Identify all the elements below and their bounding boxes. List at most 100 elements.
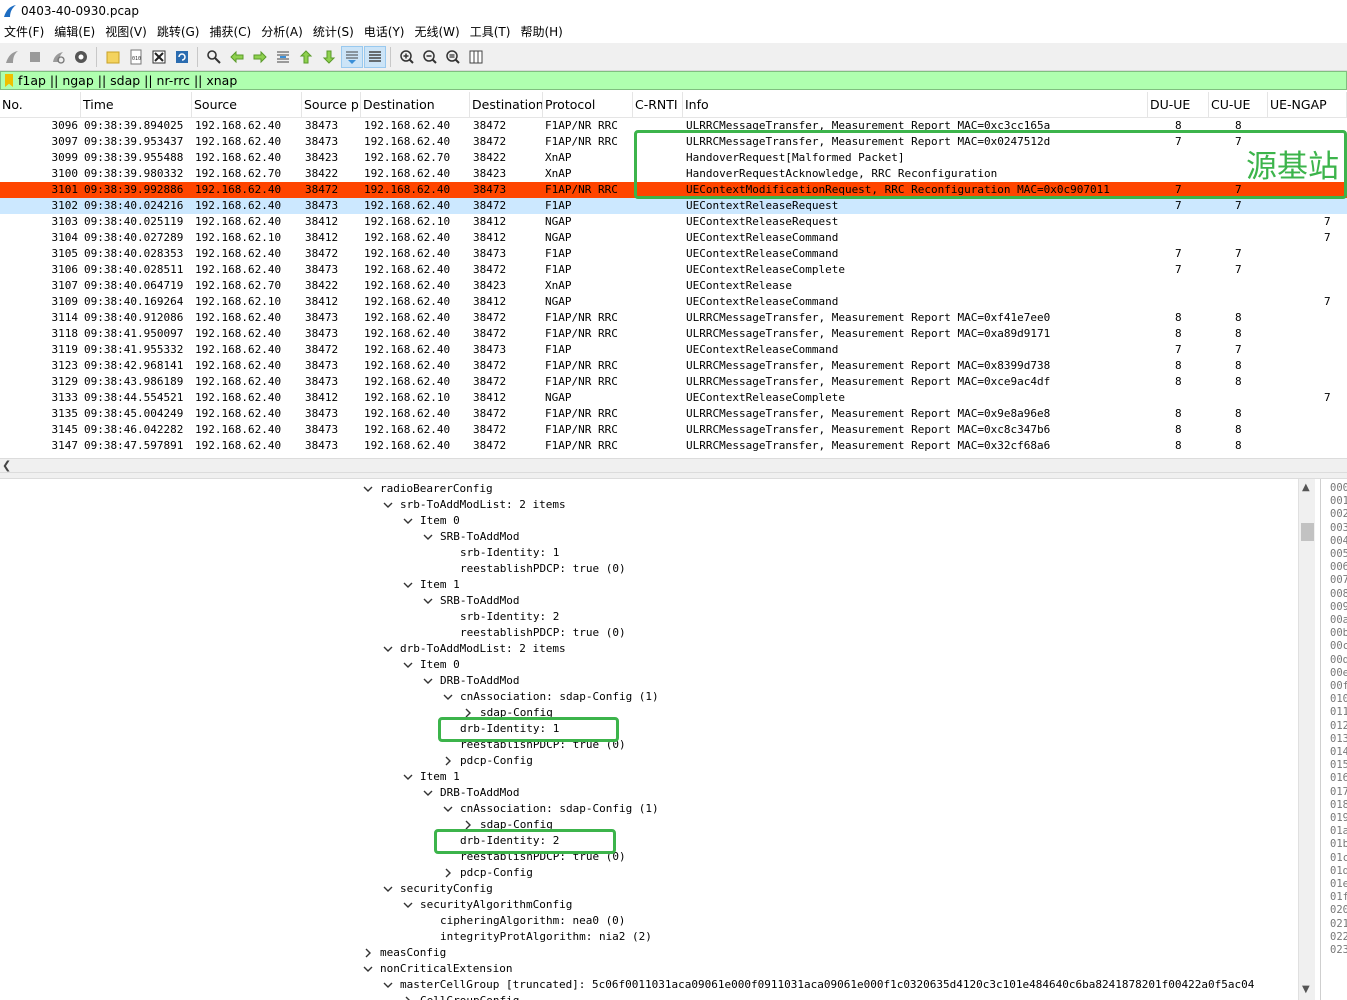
tree-node[interactable]: drb-Identity: 2 xyxy=(440,833,559,849)
find-magnifier-button[interactable] xyxy=(203,46,225,68)
menu-item-0[interactable]: 文件(F) xyxy=(0,22,50,43)
chevron-right-icon[interactable] xyxy=(440,865,456,881)
tree-node[interactable]: CellGroupConfig xyxy=(400,993,519,1000)
tree-node[interactable]: reestablishPDCP: true (0) xyxy=(440,849,626,865)
packet-row[interactable]: 3118 09:38:41.950097 192.168.62.40 38473 192… xyxy=(0,326,1347,342)
chevron-down-icon[interactable] xyxy=(400,513,416,529)
details-vertical-scrollbar[interactable]: ▲ ▼ xyxy=(1298,479,1315,1000)
column-header-5[interactable]: Destination xyxy=(470,92,543,118)
chevron-down-icon[interactable] xyxy=(440,689,456,705)
chevron-down-icon[interactable] xyxy=(360,961,376,977)
go-to-packet-button[interactable] xyxy=(272,46,294,68)
packet-row[interactable]: 3129 09:38:43.986189 192.168.62.40 38473 192… xyxy=(0,374,1347,390)
menu-item-5[interactable]: 分析(A) xyxy=(257,22,309,43)
packet-row[interactable]: 3103 09:38:40.025119 192.168.62.40 38412 192… xyxy=(0,214,1347,230)
chevron-down-icon[interactable] xyxy=(400,657,416,673)
packet-row[interactable]: 3123 09:38:42.968141 192.168.62.40 38473 192… xyxy=(0,358,1347,374)
scroll-left-icon[interactable]: ❮ xyxy=(2,459,11,472)
packet-row[interactable]: 3097 09:38:39.953437 192.168.62.40 38473 192… xyxy=(0,134,1347,150)
close-file-x-button[interactable] xyxy=(148,46,170,68)
file-binary-button[interactable]: 010 xyxy=(125,46,147,68)
tree-node[interactable]: SRB-ToAddMod xyxy=(420,529,519,545)
open-folder-button[interactable] xyxy=(102,46,124,68)
tree-node[interactable]: SRB-ToAddMod xyxy=(420,593,519,609)
column-header-4[interactable]: Destination xyxy=(361,92,470,118)
menu-item-4[interactable]: 捕获(C) xyxy=(205,22,257,43)
packet-row[interactable]: 3102 09:38:40.024216 192.168.62.40 38473 192… xyxy=(0,198,1347,214)
menu-item-9[interactable]: 工具(T) xyxy=(466,22,517,43)
column-header-2[interactable]: Source xyxy=(192,92,302,118)
chevron-down-icon[interactable] xyxy=(380,497,396,513)
packet-row[interactable]: 3109 09:38:40.169264 192.168.62.10 38412 192… xyxy=(0,294,1347,310)
chevron-right-icon[interactable] xyxy=(400,993,416,1000)
menu-item-10[interactable]: 帮助(H) xyxy=(516,22,568,43)
column-header-0[interactable]: No. xyxy=(0,92,81,118)
tree-node[interactable]: integrityProtAlgorithm: nia2 (2) xyxy=(420,929,652,945)
tree-node[interactable]: Item 1 xyxy=(400,769,460,785)
menu-item-7[interactable]: 电话(Y) xyxy=(360,22,411,43)
packet-list-horizontal-scrollbar[interactable]: ❮ xyxy=(0,458,1347,472)
tree-node[interactable]: DRB-ToAddMod xyxy=(420,785,519,801)
column-header-11[interactable]: UE-NGAP xyxy=(1268,92,1347,118)
packet-row[interactable]: 3145 09:38:46.042282 192.168.62.40 38473 192… xyxy=(0,422,1347,438)
menu-item-3[interactable]: 跳转(G) xyxy=(153,22,206,43)
chevron-right-icon[interactable] xyxy=(460,817,476,833)
tree-node[interactable]: srb-Identity: 1 xyxy=(440,545,559,561)
scroll-down-icon[interactable]: ▼ xyxy=(1302,984,1310,995)
tree-node[interactable]: reestablishPDCP: true (0) xyxy=(440,561,626,577)
tree-node[interactable]: pdcp-Config xyxy=(440,753,533,769)
tree-node[interactable]: nonCriticalExtension xyxy=(360,961,512,977)
reload-button[interactable] xyxy=(171,46,193,68)
tree-node[interactable]: pdcp-Config xyxy=(440,865,533,881)
resize-columns-button[interactable] xyxy=(465,46,487,68)
zoom-in-button[interactable] xyxy=(396,46,418,68)
menu-item-1[interactable]: 编辑(E) xyxy=(50,22,101,43)
tree-node[interactable]: sdap-Config xyxy=(460,705,553,721)
chevron-down-icon[interactable] xyxy=(400,577,416,593)
chevron-down-icon[interactable] xyxy=(400,897,416,913)
packet-bytes-pane[interactable]: 00000100200300400500600700800900a00b00c0… xyxy=(1320,479,1347,1000)
packet-row[interactable]: 3096 09:38:39.894025 192.168.62.40 38473 192… xyxy=(0,118,1347,134)
tree-node[interactable]: reestablishPDCP: true (0) xyxy=(440,625,626,641)
scroll-up-icon[interactable]: ▲ xyxy=(1302,482,1310,493)
packet-row[interactable]: 3100 09:38:39.980332 192.168.62.70 38422 192… xyxy=(0,166,1347,182)
display-filter-input[interactable]: f1ap || ngap || sdap || nr-rrc || xnap xyxy=(18,73,237,88)
packet-row[interactable]: 3105 09:38:40.028353 192.168.62.40 38472 192… xyxy=(0,246,1347,262)
tree-node[interactable]: securityConfig xyxy=(380,881,493,897)
packet-row[interactable]: 3114 09:38:40.912086 192.168.62.40 38473 192… xyxy=(0,310,1347,326)
column-header-8[interactable]: Info xyxy=(683,92,1148,118)
go-forward-arrow-button[interactable] xyxy=(249,46,271,68)
menu-item-8[interactable]: 无线(W) xyxy=(411,22,466,43)
filter-bookmark-icon[interactable] xyxy=(5,74,13,87)
chevron-down-icon[interactable] xyxy=(400,769,416,785)
chevron-right-icon[interactable] xyxy=(460,705,476,721)
zoom-normal-button[interactable] xyxy=(442,46,464,68)
chevron-down-icon[interactable] xyxy=(380,641,396,657)
tree-node[interactable]: reestablishPDCP: true (0) xyxy=(440,737,626,753)
column-header-6[interactable]: Protocol xyxy=(543,92,633,118)
tree-node[interactable]: sdap-Config xyxy=(460,817,553,833)
chevron-down-icon[interactable] xyxy=(440,801,456,817)
packet-row[interactable]: 3099 09:38:39.955488 192.168.62.40 38423 192… xyxy=(0,150,1347,166)
tree-node[interactable]: Item 1 xyxy=(400,577,460,593)
tree-node[interactable]: cipheringAlgorithm: nea0 (0) xyxy=(420,913,625,929)
capture-options-gear-button[interactable] xyxy=(70,46,92,68)
tree-node[interactable]: srb-ToAddModList: 2 items xyxy=(380,497,566,513)
tree-node[interactable]: DRB-ToAddMod xyxy=(420,673,519,689)
go-back-arrow-button[interactable] xyxy=(226,46,248,68)
stop-square-button[interactable] xyxy=(24,46,46,68)
chevron-down-icon[interactable] xyxy=(420,593,436,609)
column-header-3[interactable]: Source p xyxy=(302,92,361,118)
menu-item-6[interactable]: 统计(S) xyxy=(309,22,360,43)
tree-node[interactable]: drb-Identity: 1 xyxy=(440,721,559,737)
packet-row[interactable]: 3147 09:38:47.597891 192.168.62.40 38473 192… xyxy=(0,438,1347,454)
zoom-out-button[interactable] xyxy=(419,46,441,68)
chevron-down-icon[interactable] xyxy=(380,881,396,897)
tree-node[interactable]: cnAssociation: sdap-Config (1) xyxy=(440,689,659,705)
tree-node[interactable]: drb-ToAddModList: 2 items xyxy=(380,641,566,657)
chevron-down-icon[interactable] xyxy=(420,785,436,801)
packet-list[interactable]: 3096 09:38:39.894025 192.168.62.40 38473 192… xyxy=(0,118,1347,458)
column-header-9[interactable]: DU-UE xyxy=(1148,92,1209,118)
packet-row[interactable]: 3119 09:38:41.955332 192.168.62.40 38472 192… xyxy=(0,342,1347,358)
menu-item-2[interactable]: 视图(V) xyxy=(101,22,153,43)
